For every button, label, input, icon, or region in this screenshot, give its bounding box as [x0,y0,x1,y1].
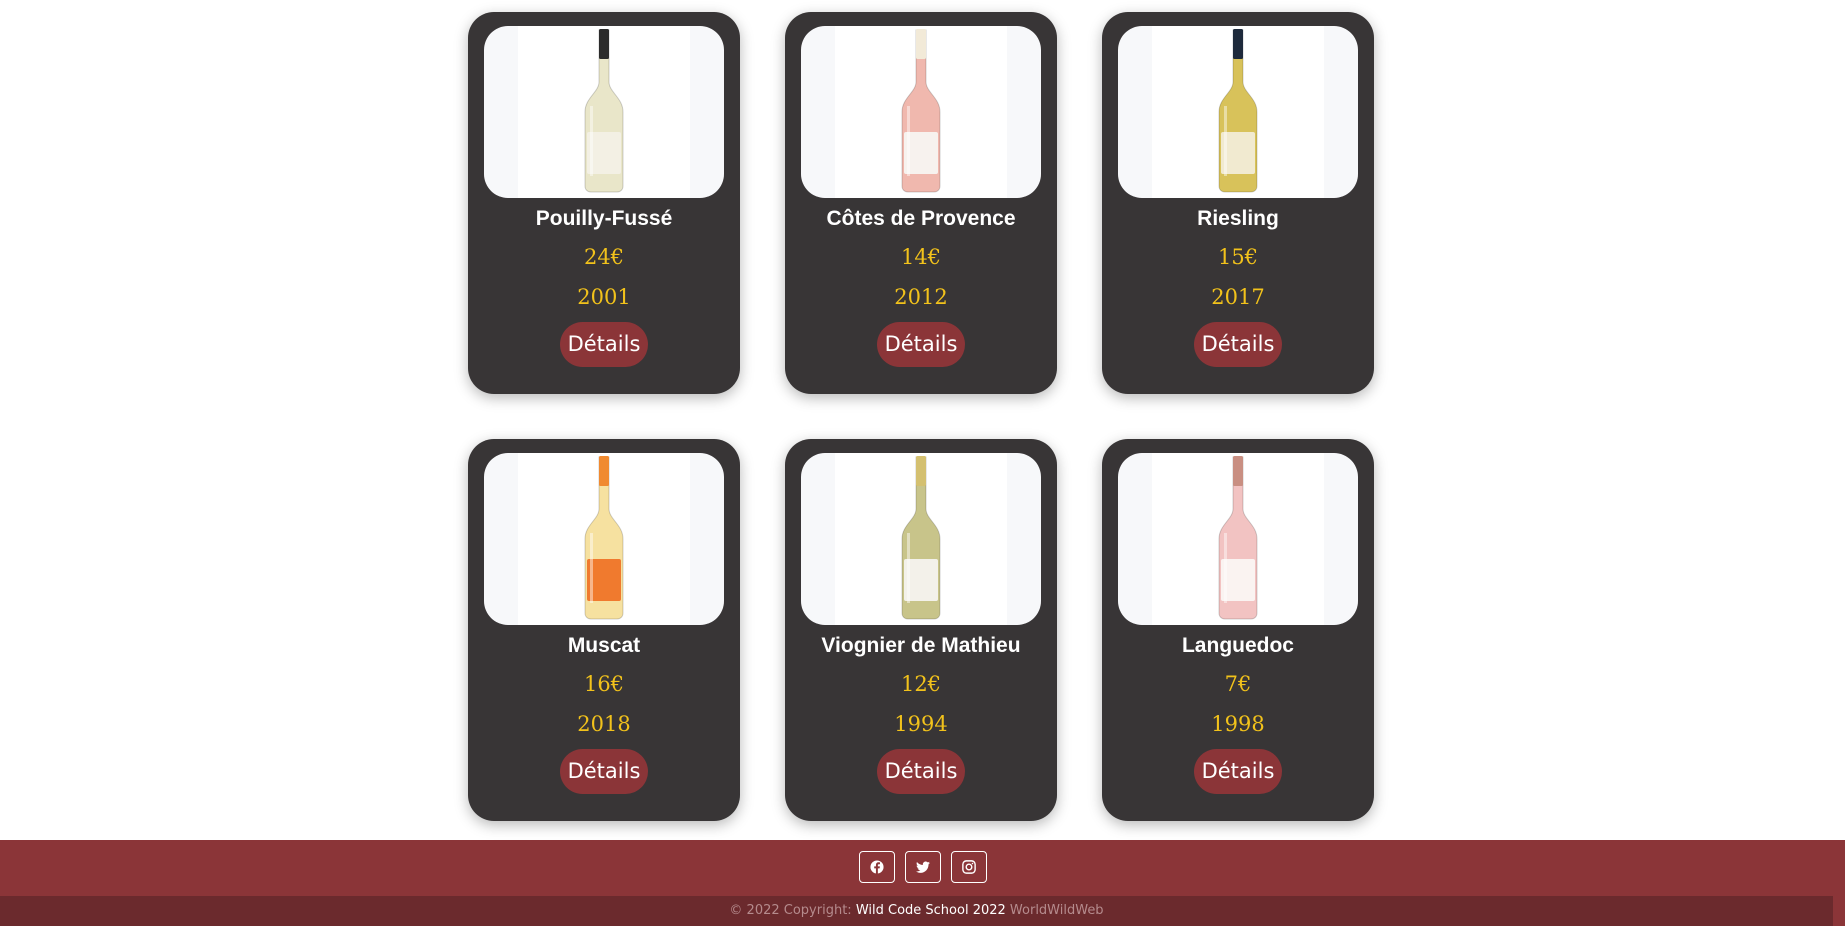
details-button[interactable]: Détails [559,749,649,794]
wine-bottle-icon [901,29,941,193]
wine-card: Côtes de Provence 14€ 2012 Détails [785,12,1057,394]
instagram-button[interactable] [950,851,987,883]
instagram-icon [961,860,976,874]
wine-price: 16€ [583,672,625,696]
wine-year: 2017 [1211,285,1265,309]
wine-name: Viognier de Mathieu [821,634,1021,657]
brand-link[interactable]: WorldWildWeb [1010,903,1104,918]
wine-card: Muscat 16€ 2018 Détails [468,439,740,821]
details-button[interactable]: Détails [876,749,966,794]
details-button[interactable]: Détails [1193,749,1283,794]
wine-card: Languedoc 7€ 1998 Détails [1102,439,1374,821]
wine-card: Pouilly-Fussé 24€ 2001 Détails [468,12,740,394]
details-button[interactable]: Détails [559,322,649,367]
wine-bottle-icon [584,29,624,193]
twitter-button[interactable] [904,851,941,883]
social-links [0,851,1845,883]
wine-name: Riesling [1197,207,1279,230]
twitter-icon [915,860,930,873]
wine-year: 1998 [1211,712,1265,736]
copyright-bar: © 2022 Copyright: Wild Code School 2022 … [0,896,1833,926]
wine-image [801,26,1041,198]
wine-grid: Pouilly-Fussé 24€ 2001 Détails Côtes de … [468,12,1376,821]
facebook-icon [869,860,884,874]
wine-year: 2018 [577,712,631,736]
details-button[interactable]: Détails [1193,322,1283,367]
wine-image [1118,26,1358,198]
wine-year: 2001 [577,285,631,309]
wine-price: 12€ [900,672,942,696]
facebook-button[interactable] [858,851,895,883]
wine-price: 15€ [1217,245,1259,269]
details-button[interactable]: Détails [876,322,966,367]
wine-image [484,26,724,198]
footer: © 2022 Copyright: Wild Code School 2022 … [0,840,1845,926]
copyright-school: Wild Code School 2022 [855,903,1006,918]
wine-card: Riesling 15€ 2017 Détails [1102,12,1374,394]
wine-name: Languedoc [1181,634,1294,657]
wine-price: 7€ [1224,672,1252,696]
wine-bottle-icon [901,456,941,620]
wine-name: Pouilly-Fussé [535,207,673,230]
wine-image [801,453,1041,625]
wine-name: Muscat [567,634,641,657]
wine-price: 14€ [900,245,942,269]
wine-year: 2012 [894,285,948,309]
wine-card: Viognier de Mathieu 12€ 1994 Détails [785,439,1057,821]
wine-bottle-icon [1218,29,1258,193]
wine-name: Côtes de Provence [826,207,1016,230]
wine-image [1118,453,1358,625]
copyright-prefix: © 2022 Copyright: [729,903,852,918]
wine-bottle-icon [1218,456,1258,620]
wine-price: 24€ [583,245,625,269]
wine-image [484,453,724,625]
wine-bottle-icon [584,456,624,620]
wine-year: 1994 [894,712,948,736]
